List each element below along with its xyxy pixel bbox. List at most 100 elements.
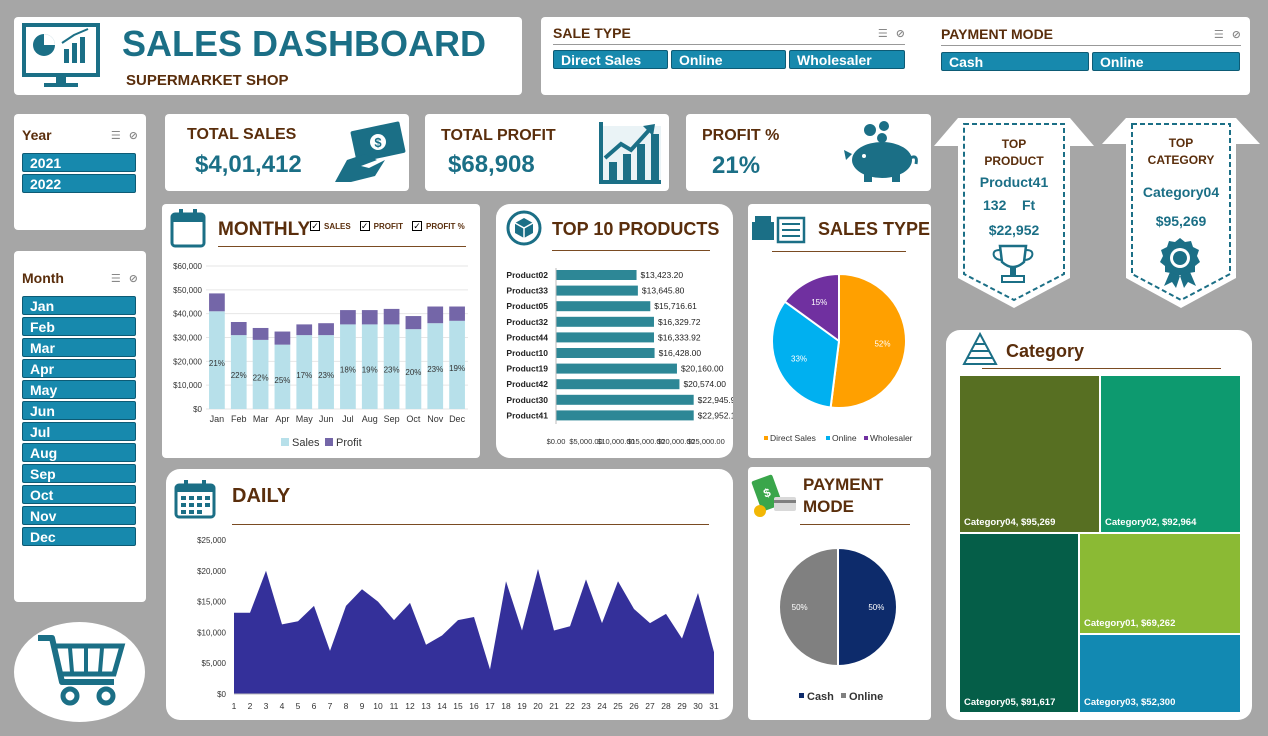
direct-sales-slice — [829, 272, 907, 409]
clear-filter-icon[interactable]: ⊘ — [129, 272, 138, 285]
y-tick-label: $10,000 — [197, 628, 226, 637]
slice-label: 33% — [791, 354, 807, 363]
profit-pct-label: 21% — [209, 359, 225, 368]
clear-filter-icon[interactable]: ⊘ — [896, 27, 905, 40]
category-tile[interactable]: Category01, $69,262 — [1080, 534, 1240, 633]
top-category-label-2: CATEGORY — [1147, 153, 1215, 167]
daily-title: DAILY — [232, 485, 291, 507]
multi-select-icon[interactable]: ☰ — [111, 129, 121, 142]
legend-label: Online — [849, 691, 883, 703]
x-tick-label: 8 — [344, 701, 349, 711]
calendar-grid-icon — [174, 480, 216, 519]
slice-label: 50% — [792, 603, 808, 612]
category-tile[interactable]: Category04, $95,269 — [960, 376, 1099, 532]
sales-checkbox[interactable]: ✓ — [310, 221, 320, 231]
year-chip[interactable]: 2021 — [22, 153, 136, 172]
x-tick-label: Jul — [342, 414, 354, 424]
slice-label: 15% — [811, 298, 827, 307]
sale-type-chip[interactable]: Wholesaler — [789, 50, 905, 69]
month-chip-feb[interactable]: Feb — [22, 317, 136, 336]
category-tile[interactable]: Category05, $91,617 — [960, 534, 1078, 712]
month-chip-jul[interactable]: Jul — [22, 422, 136, 441]
month-chip-nov[interactable]: Nov — [22, 506, 136, 525]
product-bar — [556, 379, 680, 390]
profit-pct-label: 18% — [340, 366, 356, 375]
x-tick-label: May — [296, 414, 314, 424]
month-chip-dec[interactable]: Dec — [22, 527, 136, 546]
x-tick-label: Jun — [319, 414, 334, 424]
product-label: Product41 — [506, 410, 548, 420]
category-tile-label: Category04, $95,269 — [964, 517, 1056, 528]
x-tick-label: Dec — [449, 414, 466, 424]
x-tick-label: 24 — [597, 701, 607, 711]
month-chip-oct[interactable]: Oct — [22, 485, 136, 504]
y-tick-label: $60,000 — [173, 262, 202, 271]
x-tick-label: 1 — [232, 701, 237, 711]
category-tile[interactable]: Category02, $92,964 — [1101, 376, 1240, 532]
month-chip-aug[interactable]: Aug — [22, 443, 136, 462]
payment-mode-slicer-header: PAYMENT MODE ☰ ⊘ — [941, 26, 1241, 46]
top-category-label-1: TOP — [1168, 136, 1194, 150]
month-chip-may[interactable]: May — [22, 380, 136, 399]
kpi-value: $4,01,412 — [195, 151, 302, 178]
daily-chart-card: DAILY $0 $5,000 $10,000 $15,000 $20,000 $25,0… — [166, 469, 733, 720]
dashboard-subtitle: SUPERMARKET SHOP — [126, 72, 289, 89]
month-chip-apr[interactable]: Apr — [22, 359, 136, 378]
profit-pct-label: 19% — [449, 364, 465, 373]
multi-select-icon[interactable]: ☰ — [1214, 28, 1224, 41]
y-tick-label: $0 — [217, 690, 226, 699]
product-value-label: $22,945.92 — [698, 395, 733, 405]
month-slicer-card: Month ☰ ⊘ Jan Feb Mar Apr May Jun Jul Aug… — [14, 251, 146, 602]
profit-pct-checkbox[interactable]: ✓ — [412, 221, 423, 231]
year-chip[interactable]: 2022 — [22, 174, 136, 193]
x-tick-label: 11 — [390, 701, 399, 711]
profit-pct-label: 20% — [405, 368, 421, 377]
legend-label-sales: Sales — [292, 437, 320, 449]
clear-filter-icon[interactable]: ⊘ — [129, 129, 138, 142]
product-bar — [556, 410, 694, 421]
legend-label-profit: Profit — [336, 437, 362, 449]
x-tick-label: 10 — [373, 701, 383, 711]
clear-filter-icon[interactable]: ⊘ — [1232, 28, 1241, 41]
kpi-value: 21% — [712, 152, 761, 179]
x-tick-label: Feb — [231, 414, 247, 424]
product-bar — [556, 316, 654, 327]
x-tick-label: 25 — [613, 701, 623, 711]
sale-type-chip[interactable]: Online — [671, 50, 786, 69]
x-tick-label: $25,000.00 — [687, 437, 725, 446]
profit-bar — [383, 308, 400, 325]
x-tick-label: 20 — [533, 701, 543, 711]
product-label: Product10 — [506, 348, 548, 358]
payment-mode-title-1: PAYMENT — [803, 475, 884, 494]
legend-swatch-profit — [325, 438, 333, 446]
x-tick-label: 13 — [421, 701, 431, 711]
shopping-cart-icon — [38, 635, 126, 706]
month-chip-sep[interactable]: Sep — [22, 464, 136, 483]
legend-label: Online — [832, 433, 857, 443]
profit-bar — [405, 316, 422, 330]
pyramid-icon — [962, 332, 998, 365]
multi-select-icon[interactable]: ☰ — [878, 27, 888, 40]
product-bar — [556, 394, 694, 405]
slice-label: 50% — [868, 603, 884, 612]
month-chip-mar[interactable]: Mar — [22, 338, 136, 357]
month-chip-jun[interactable]: Jun — [22, 401, 136, 420]
product-bar — [556, 332, 655, 343]
month-chip-jan[interactable]: Jan — [22, 296, 136, 315]
payment-mode-chart-card: $ PAYMENT MODE 50% 50% Cash Online — [748, 467, 931, 720]
sale-type-chip[interactable]: Direct Sales — [553, 50, 668, 69]
profit-checkbox[interactable]: ✓ — [359, 221, 370, 231]
product-value-label: $20,160.00 — [681, 364, 724, 374]
payment-mode-chip[interactable]: Online — [1092, 52, 1240, 71]
payment-mode-chip[interactable]: Cash — [941, 52, 1089, 71]
product-label: Product32 — [506, 317, 548, 327]
top10-chart-card: TOP 10 PRODUCTS Product02 $13,423.20 Produ… — [496, 204, 733, 458]
multi-select-icon[interactable]: ☰ — [111, 272, 121, 285]
top-product-name: Product41 — [979, 174, 1049, 190]
sales-type-title: SALES TYPE — [818, 219, 931, 239]
category-tile[interactable]: Category03, $52,300 — [1080, 635, 1240, 712]
money-hand-icon: $ — [335, 121, 406, 182]
legend-swatch — [864, 436, 868, 440]
x-tick-label: Mar — [253, 414, 269, 424]
kpi-label: PROFIT % — [702, 127, 780, 144]
